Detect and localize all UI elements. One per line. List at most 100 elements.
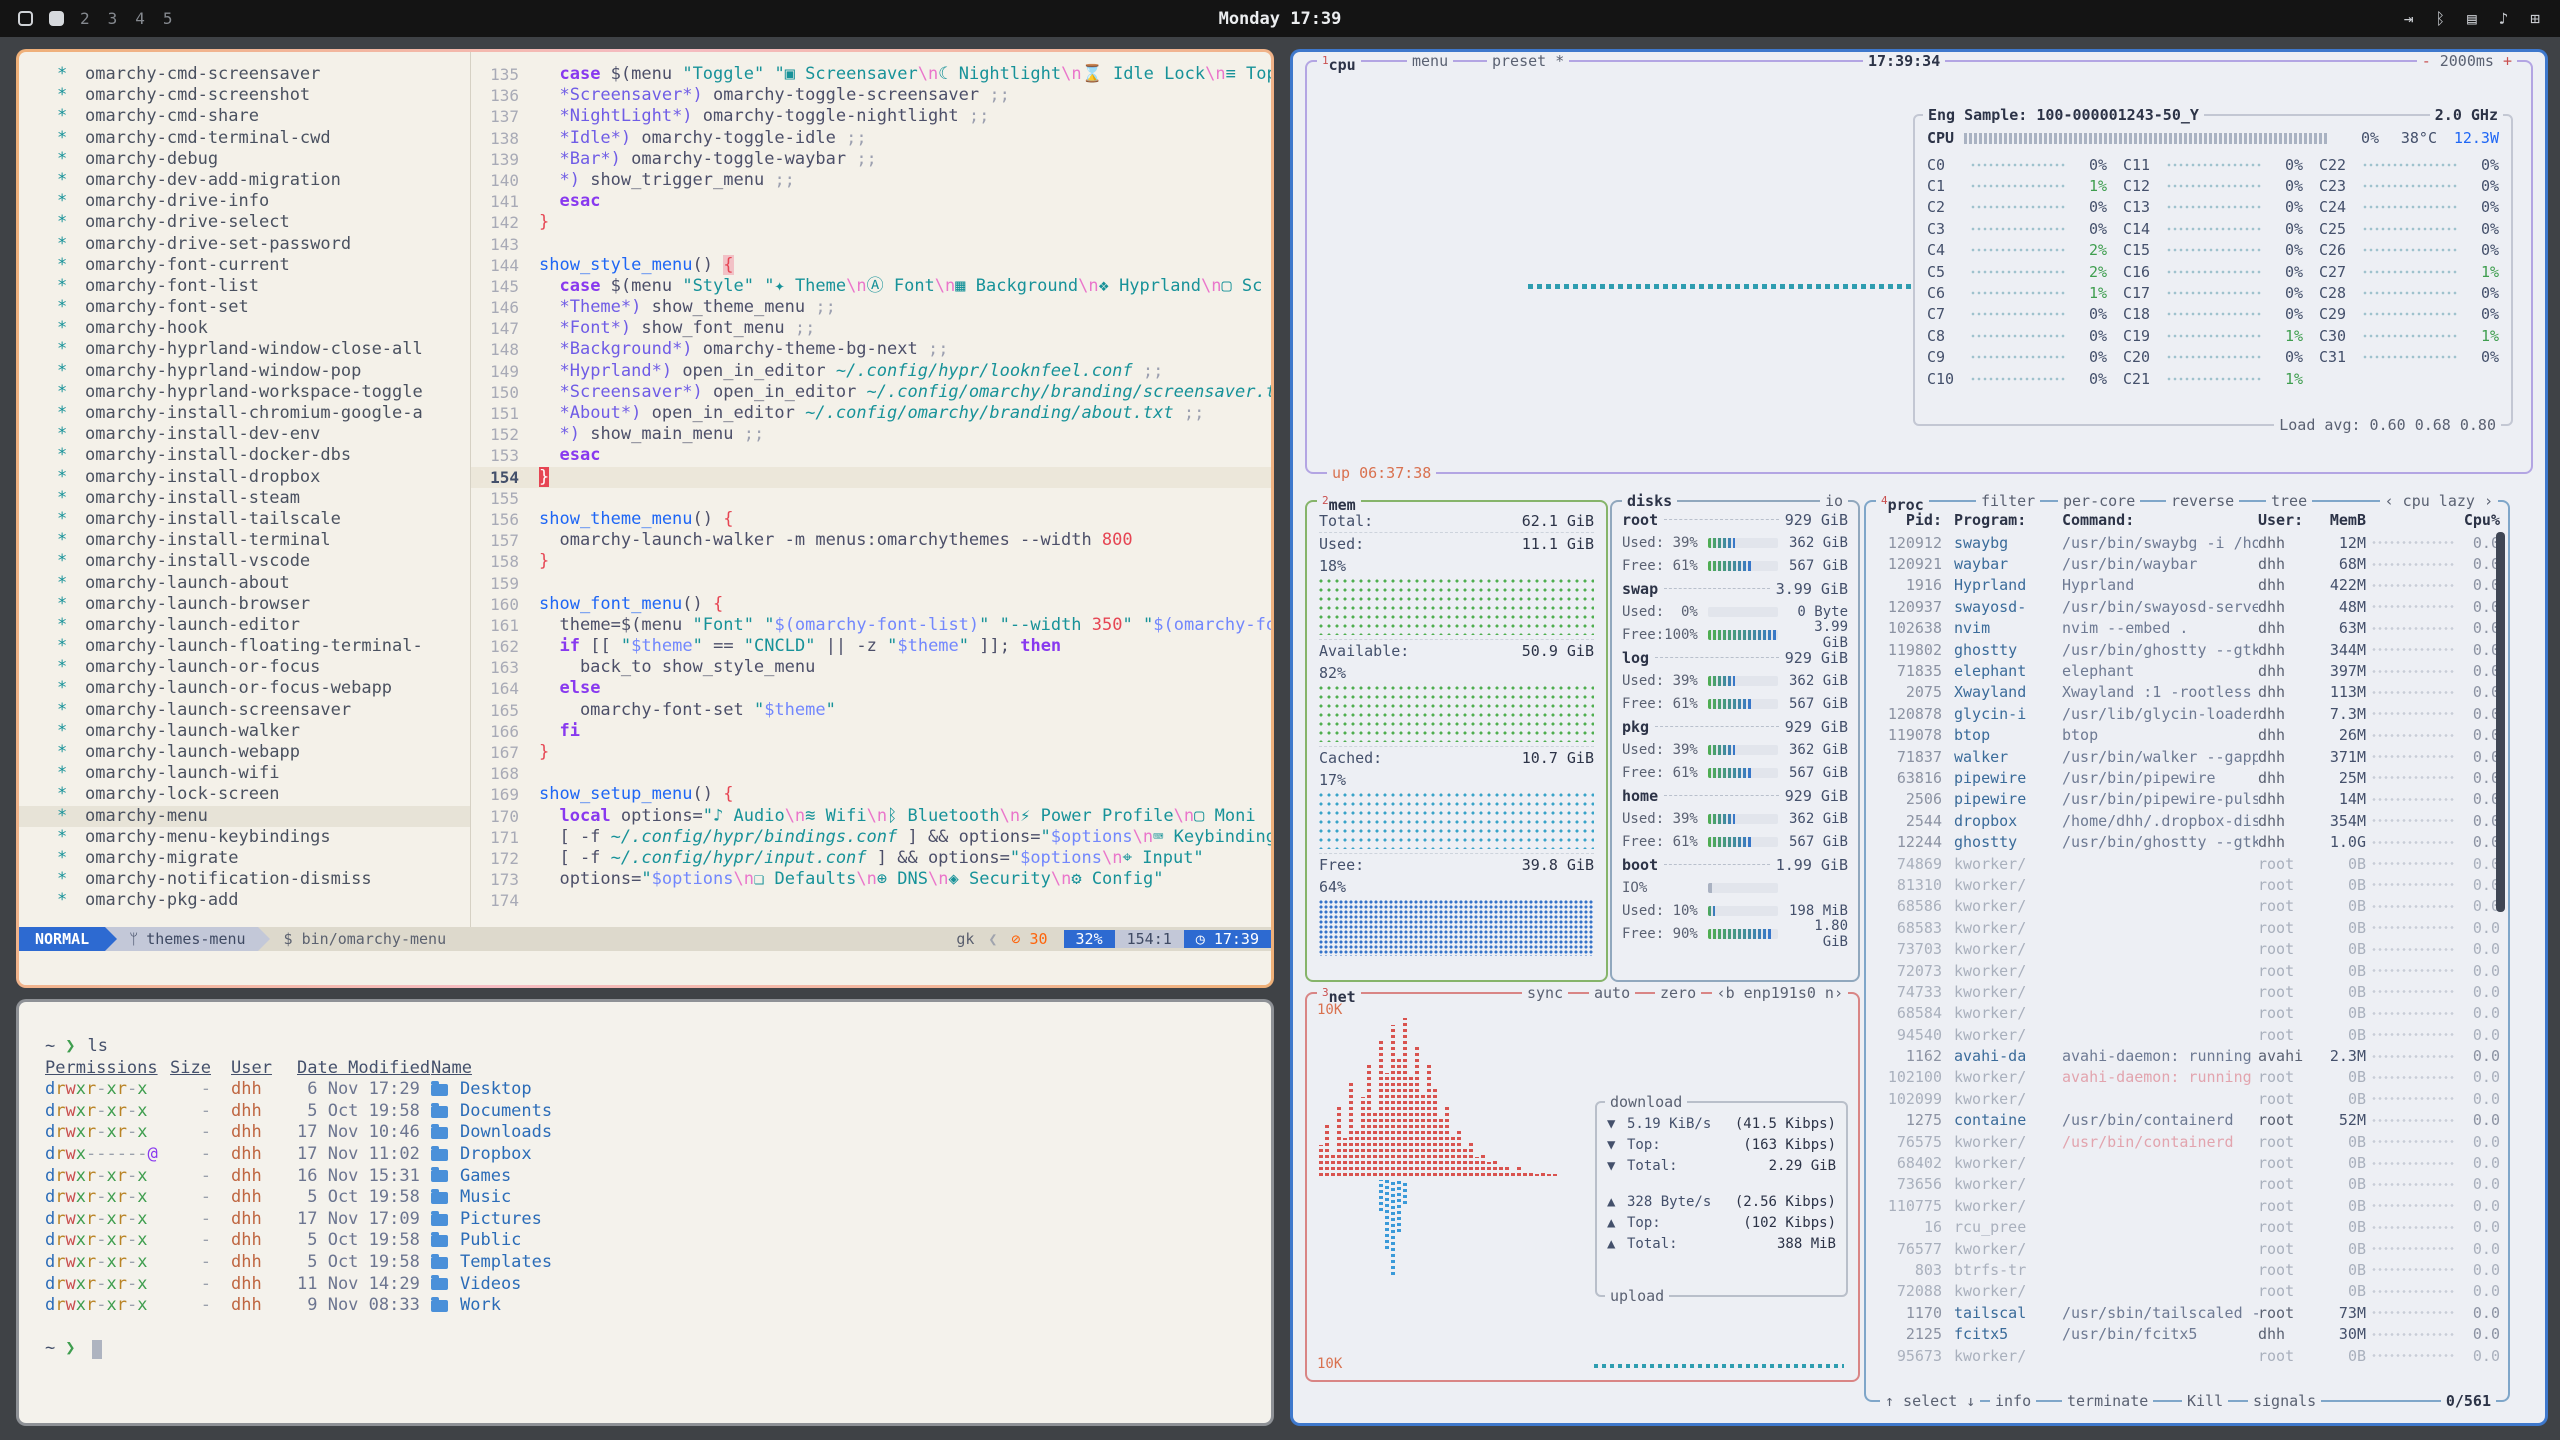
file-list-item[interactable]: *omarchy-drive-set-password: [19, 234, 470, 255]
process-row[interactable]: 71837walker/usr/bin/walker --gappldhh371…: [1878, 746, 2500, 767]
process-row[interactable]: 76577kworker/root0B0.0: [1878, 1238, 2500, 1259]
file-list-item[interactable]: *omarchy-menu-keybindings: [19, 827, 470, 848]
process-row[interactable]: 2125fcitx5/usr/bin/fcitx5dhh30M0.0: [1878, 1323, 2500, 1344]
cpu-box-tag[interactable]: 1cpu: [1317, 52, 1361, 75]
file-list-item[interactable]: *omarchy-launch-browser: [19, 594, 470, 615]
workspace-icon-occupied[interactable]: [49, 11, 64, 26]
process-row[interactable]: 68583kworker/root0B0.0: [1878, 917, 2500, 938]
file-list-item[interactable]: *omarchy-font-list: [19, 276, 470, 297]
process-row[interactable]: 68584kworker/root0B0.0: [1878, 1003, 2500, 1024]
file-list-item[interactable]: *omarchy-cmd-screensaver: [19, 64, 470, 85]
file-list-item[interactable]: *omarchy-launch-or-focus-webapp: [19, 678, 470, 699]
process-row[interactable]: 76575kworker//usr/bin/containerdroot0B0.…: [1878, 1131, 2500, 1152]
process-row[interactable]: 102099kworker/root0B0.0: [1878, 1088, 2500, 1109]
file-list-item[interactable]: *omarchy-install-terminal: [19, 530, 470, 551]
menu-button[interactable]: menu: [1407, 52, 1453, 71]
file-list-item[interactable]: *omarchy-launch-webapp: [19, 742, 470, 763]
process-scrollbar[interactable]: [2496, 532, 2505, 912]
process-row[interactable]: 72088kworker/root0B0.0: [1878, 1281, 2500, 1302]
process-row[interactable]: 102100kworker/avahi-daemon: running [roo…: [1878, 1067, 2500, 1088]
prompt-line[interactable]: ~ ❯: [45, 1338, 1271, 1360]
file-list-item[interactable]: *omarchy-install-docker-dbs: [19, 445, 470, 466]
process-row[interactable]: 72073kworker/root0B0.0: [1878, 960, 2500, 981]
terminal-cursor[interactable]: [92, 1340, 102, 1359]
file-list-item[interactable]: *omarchy-menu: [19, 806, 470, 827]
process-row[interactable]: 73703kworker/root0B0.0: [1878, 938, 2500, 959]
file-list-item[interactable]: *omarchy-launch-wifi: [19, 763, 470, 784]
update-interval-control[interactable]: - 2000ms +: [2417, 52, 2517, 71]
net-sync-button[interactable]: sync: [1522, 983, 1568, 1003]
process-row[interactable]: 95673kworker/root0B0.0: [1878, 1345, 2500, 1366]
file-list-item[interactable]: *omarchy-hyprland-window-close-all: [19, 339, 470, 360]
process-row[interactable]: 94540kworker/root0B0.0: [1878, 1024, 2500, 1045]
process-row[interactable]: 1170tailscal/usr/sbin/tailscaled --root7…: [1878, 1302, 2500, 1323]
process-row[interactable]: 68586kworker/root0B0.0: [1878, 896, 2500, 917]
process-row[interactable]: 1916HyprlandHyprlanddhh422M0.0: [1878, 575, 2500, 596]
workspace-2[interactable]: 2: [80, 9, 90, 28]
file-list-item[interactable]: *omarchy-notification-dismiss: [19, 869, 470, 890]
workspace-5[interactable]: 5: [163, 9, 173, 28]
workspace-icon-active[interactable]: [18, 11, 33, 26]
process-row[interactable]: 74869kworker/root0B0.0: [1878, 853, 2500, 874]
net-interface-selector[interactable]: ‹b enp191s0 n›: [1712, 983, 1848, 1003]
apps-icon[interactable]: ⊞: [2530, 9, 2540, 28]
process-row[interactable]: 16rcu_preeroot0B0.0: [1878, 1217, 2500, 1238]
file-list-item[interactable]: *omarchy-hyprland-workspace-toggle: [19, 382, 470, 403]
code-editor[interactable]: 135 case $(menu "Toggle" "▣ Screensaver\…: [471, 52, 1271, 927]
file-list-item[interactable]: *omarchy-launch-or-focus: [19, 657, 470, 678]
file-list-item[interactable]: *omarchy-pkg-add: [19, 890, 470, 911]
process-row[interactable]: 803btrfs-trroot0B0.0: [1878, 1259, 2500, 1280]
keyboard-icon[interactable]: ▤: [2467, 9, 2477, 28]
file-list[interactable]: *omarchy-cmd-screensaver*omarchy-cmd-scr…: [19, 52, 471, 927]
file-list-item[interactable]: *omarchy-hyprland-window-pop: [19, 361, 470, 382]
select-control[interactable]: ↑ select ↓: [1880, 1391, 1980, 1411]
file-list-item[interactable]: *omarchy-launch-floating-terminal-: [19, 636, 470, 657]
process-row[interactable]: 119802ghostty/usr/bin/ghostty --gtk-dhh3…: [1878, 639, 2500, 660]
process-row[interactable]: 2506pipewire/usr/bin/pipewire-pulsedhh14…: [1878, 789, 2500, 810]
file-list-item[interactable]: *omarchy-cmd-screenshot: [19, 85, 470, 106]
file-list-item[interactable]: *omarchy-install-dropbox: [19, 467, 470, 488]
process-row[interactable]: 68402kworker/root0B0.0: [1878, 1152, 2500, 1173]
process-row[interactable]: 120921waybar/usr/bin/waybardhh68M0.0: [1878, 553, 2500, 574]
file-list-item[interactable]: *omarchy-font-set: [19, 297, 470, 318]
bluetooth-icon[interactable]: ᛒ: [2435, 9, 2445, 28]
process-row[interactable]: 73656kworker/root0B0.0: [1878, 1174, 2500, 1195]
workspace-4[interactable]: 4: [135, 9, 145, 28]
file-list-item[interactable]: *omarchy-drive-info: [19, 191, 470, 212]
net-zero-button[interactable]: zero: [1655, 983, 1701, 1003]
file-list-item[interactable]: *omarchy-launch-about: [19, 573, 470, 594]
file-list-item[interactable]: *omarchy-cmd-share: [19, 106, 470, 127]
file-list-item[interactable]: *omarchy-font-current: [19, 255, 470, 276]
process-row[interactable]: 12244ghostty/usr/bin/ghostty --gtk-dhh1.…: [1878, 831, 2500, 852]
file-list-item[interactable]: *omarchy-debug: [19, 149, 470, 170]
file-list-item[interactable]: *omarchy-launch-screensaver: [19, 700, 470, 721]
process-row[interactable]: 1275containe/usr/bin/containerdroot52M0.…: [1878, 1110, 2500, 1131]
net-auto-button[interactable]: auto: [1589, 983, 1635, 1003]
info-button[interactable]: info: [1990, 1391, 2036, 1411]
process-row[interactable]: 74733kworker/root0B0.0: [1878, 981, 2500, 1002]
process-row[interactable]: 102638nvimnvim --embed .dhh63M0.0: [1878, 618, 2500, 639]
process-row[interactable]: 110775kworker/root0B0.0: [1878, 1195, 2500, 1216]
file-list-item[interactable]: *omarchy-launch-editor: [19, 615, 470, 636]
file-list-item[interactable]: *omarchy-install-dev-env: [19, 424, 470, 445]
command-line[interactable]: [19, 951, 1271, 985]
file-list-item[interactable]: *omarchy-install-chromium-google-a: [19, 403, 470, 424]
process-row[interactable]: 2075XwaylandXwayland :1 -rootless -dhh11…: [1878, 682, 2500, 703]
screencast-icon[interactable]: ⇥: [2404, 9, 2414, 28]
file-list-item[interactable]: *omarchy-hook: [19, 318, 470, 339]
file-list-item[interactable]: *omarchy-install-tailscale: [19, 509, 470, 530]
file-list-item[interactable]: *omarchy-dev-add-migration: [19, 170, 470, 191]
file-list-item[interactable]: *omarchy-migrate: [19, 848, 470, 869]
workspace-3[interactable]: 3: [108, 9, 118, 28]
process-row[interactable]: 1162avahi-daavahi-daemon: running [avahi…: [1878, 1045, 2500, 1066]
terminate-button[interactable]: terminate: [2062, 1391, 2153, 1411]
process-row[interactable]: 63816pipewire/usr/bin/pipewiredhh25M0.0: [1878, 767, 2500, 788]
file-list-item[interactable]: *omarchy-install-vscode: [19, 551, 470, 572]
volume-icon[interactable]: ♪: [2499, 9, 2509, 28]
preset-button[interactable]: preset *: [1487, 52, 1569, 71]
process-row[interactable]: 2544dropbox/home/dhh/.dropbox-distdhh354…: [1878, 810, 2500, 831]
file-list-item[interactable]: *omarchy-lock-screen: [19, 784, 470, 805]
file-list-item[interactable]: *omarchy-drive-select: [19, 212, 470, 233]
file-list-item[interactable]: *omarchy-install-steam: [19, 488, 470, 509]
file-list-item[interactable]: *omarchy-cmd-terminal-cwd: [19, 128, 470, 149]
